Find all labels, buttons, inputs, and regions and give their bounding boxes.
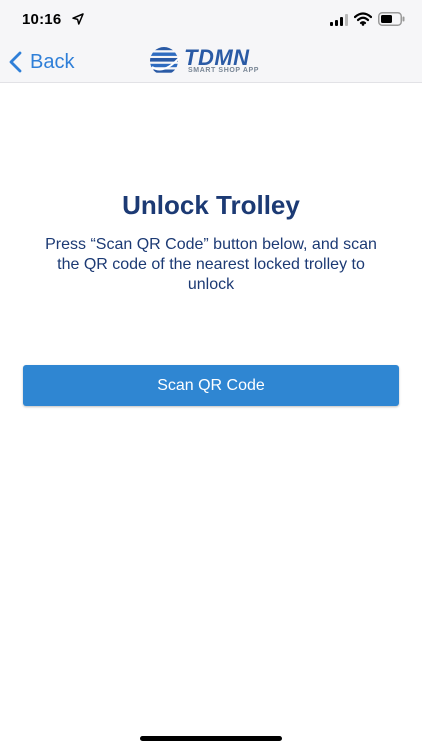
logo-subtitle: SMART SHOP APP [188,67,260,74]
instructions-text: Press “Scan QR Code” button below, and s… [45,236,377,293]
location-arrow-icon [72,13,84,25]
back-button[interactable]: Back [8,46,74,78]
chevron-left-icon [9,51,22,73]
status-bar: 10:16 [0,0,422,42]
page-title: Unlock Trolley [122,190,300,220]
home-indicator[interactable] [140,736,282,741]
status-time: 10:16 [22,11,62,28]
globe-logo-icon [150,47,181,73]
scan-qr-code-button[interactable]: Scan QR Code [23,365,399,406]
battery-icon [378,12,405,26]
cellular-signal-icon [330,14,348,26]
wifi-icon [354,12,372,26]
back-button-label: Back [30,50,75,73]
app-logo: TDMN SMART SHOP APP [148,43,276,79]
navigation-bar: Back TDMN SMART SHOP APP [0,42,422,83]
